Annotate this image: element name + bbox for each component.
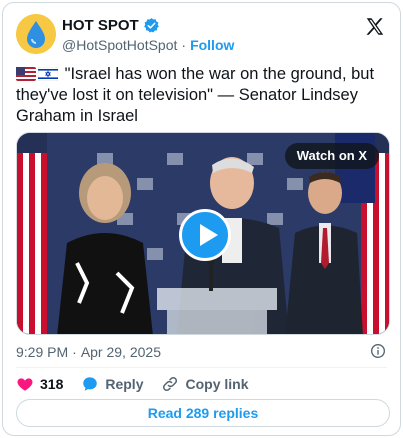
play-icon[interactable] bbox=[179, 209, 231, 261]
speech-bubble-icon bbox=[83, 377, 98, 391]
like-button[interactable]: 318 bbox=[16, 375, 63, 393]
watch-on-x-button[interactable]: Watch on X bbox=[284, 143, 379, 169]
tweet-card: HOT SPOT @HotSpotHotSpot · Follow "Israe… bbox=[2, 2, 401, 436]
us-flag-icon bbox=[16, 67, 36, 81]
action-bar: 318 Reply Copy link bbox=[16, 374, 267, 394]
account-name[interactable]: HOT SPOT bbox=[62, 17, 139, 34]
divider bbox=[16, 367, 387, 368]
read-replies-button[interactable]: Read 289 replies bbox=[16, 399, 390, 427]
separator-dot: · bbox=[72, 344, 77, 360]
water-drop-icon bbox=[16, 14, 56, 54]
name-row: HOT SPOT bbox=[62, 17, 160, 34]
heart-icon bbox=[17, 378, 33, 391]
tweet-time: 9:29 PM bbox=[16, 344, 69, 360]
tweet-body: "Israel has won the war on the ground, b… bbox=[16, 65, 375, 125]
reply-button[interactable]: Reply bbox=[81, 375, 143, 393]
tweet-date: Apr 29, 2025 bbox=[80, 344, 161, 360]
copy-link-label: Copy link bbox=[185, 376, 249, 392]
separator-dot: · bbox=[181, 37, 187, 53]
like-count: 318 bbox=[40, 376, 64, 392]
handle-row: @HotSpotHotSpot · Follow bbox=[62, 37, 234, 53]
link-icon bbox=[163, 376, 178, 392]
info-icon[interactable] bbox=[370, 343, 386, 359]
follow-button[interactable]: Follow bbox=[190, 37, 234, 53]
tweet-header: HOT SPOT @HotSpotHotSpot · Follow bbox=[16, 14, 388, 56]
account-handle[interactable]: @HotSpotHotSpot bbox=[62, 37, 177, 53]
avatar[interactable] bbox=[16, 14, 56, 54]
reply-label: Reply bbox=[105, 376, 144, 392]
copy-link-button[interactable]: Copy link bbox=[161, 375, 249, 393]
tweet-timestamp[interactable]: 9:29 PM · Apr 29, 2025 bbox=[16, 344, 161, 360]
video-player[interactable]: Watch on X bbox=[16, 132, 390, 335]
verified-badge-icon bbox=[143, 18, 159, 33]
x-logo-icon[interactable] bbox=[364, 16, 386, 38]
israel-flag-icon bbox=[38, 67, 58, 81]
tweet-text: "Israel has won the war on the ground, b… bbox=[16, 64, 390, 127]
